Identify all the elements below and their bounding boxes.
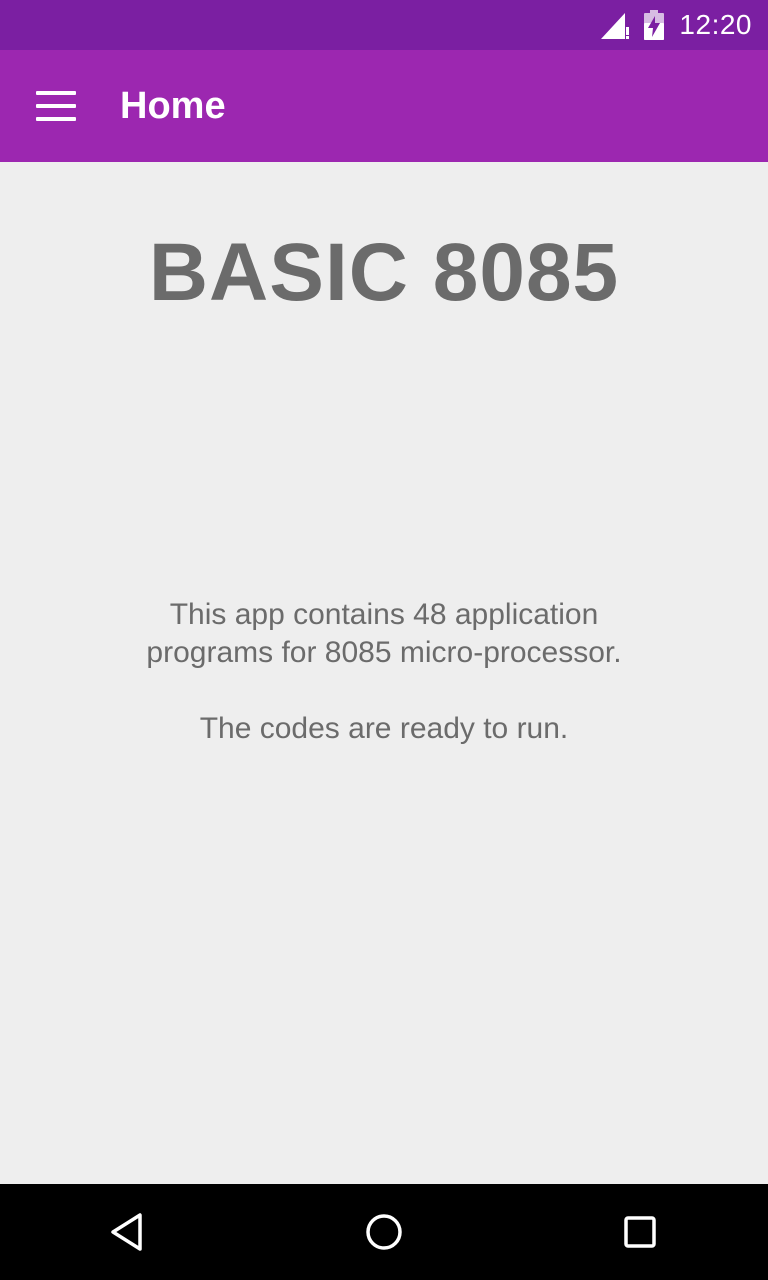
back-button[interactable] [80, 1184, 176, 1280]
screen: 12:20 Home BASIC 8085 This app contains … [0, 0, 768, 1280]
app-heading: BASIC 8085 [148, 227, 620, 318]
description-line: The codes are ready to run. [199, 712, 569, 745]
status-bar: 12:20 [0, 0, 768, 50]
system-nav-bar [0, 1184, 768, 1280]
description-line: This app contains 48 application [169, 598, 599, 631]
toolbar-title: Home [120, 84, 226, 127]
app-description: This app contains 48 application program… [0, 596, 768, 748]
status-clock: 12:20 [679, 9, 752, 40]
home-icon [366, 1214, 402, 1250]
recents-icon [624, 1216, 656, 1248]
signal-icon [601, 13, 630, 39]
menu-button[interactable] [0, 50, 112, 162]
main-content: BASIC 8085 This app contains 48 applicat… [0, 162, 768, 1184]
home-button[interactable] [336, 1184, 432, 1280]
recents-button[interactable] [592, 1184, 688, 1280]
back-icon [111, 1213, 142, 1251]
description-line: programs for 8085 micro-processor. [146, 636, 622, 669]
app-toolbar: Home [0, 50, 768, 162]
battery-charging-icon [644, 10, 665, 40]
menu-icon [36, 91, 76, 121]
